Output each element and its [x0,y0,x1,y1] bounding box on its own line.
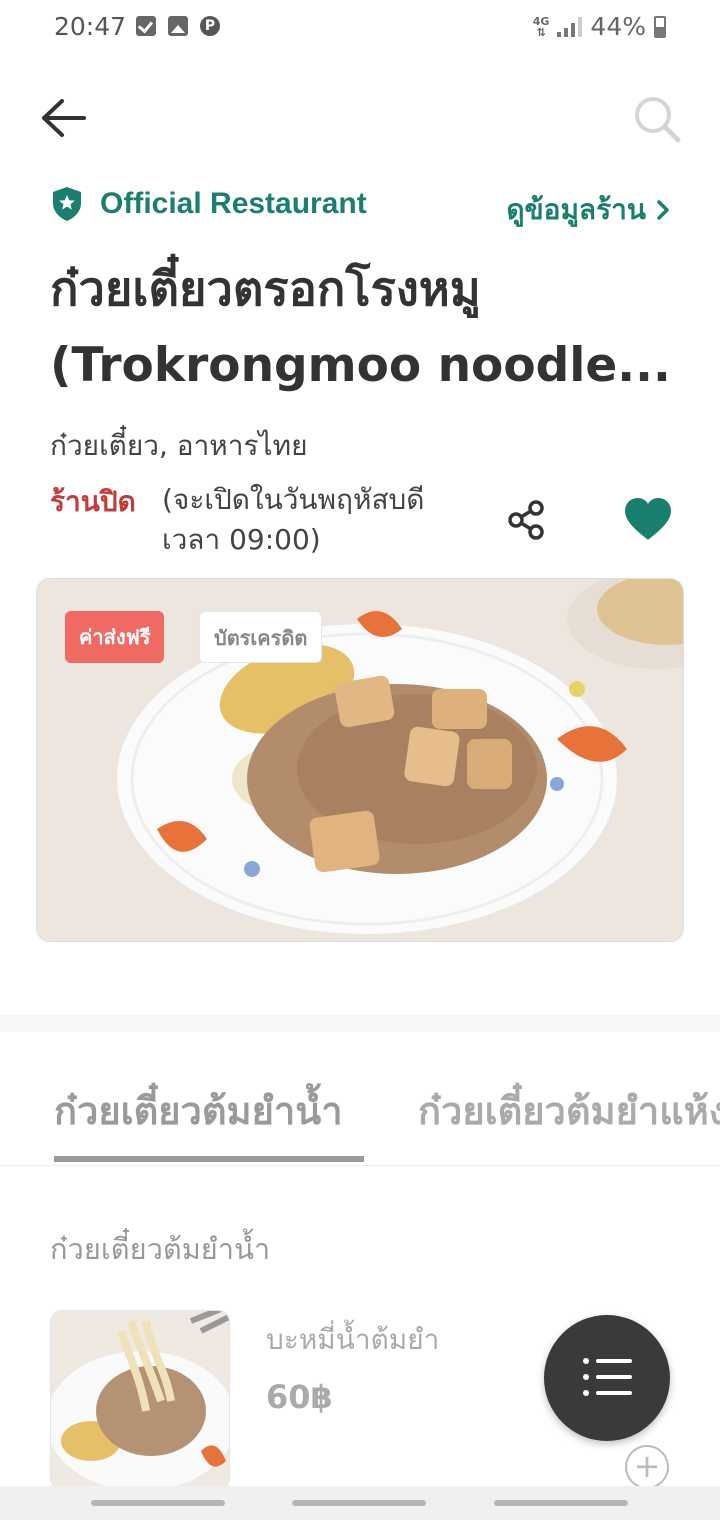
system-nav-bar [0,1486,720,1520]
nav-recent-button[interactable] [91,1500,225,1506]
nav-back-button[interactable] [494,1500,628,1506]
menu-item-image[interactable] [50,1310,230,1490]
back-button[interactable] [40,96,88,140]
image-icon [168,16,188,36]
status-right: 4G ⇅ 44% [533,12,666,41]
title-line-1: ก๋วยเตี๋ยวตรอกโรงหมู [50,262,481,317]
credit-card-badge: บัตรเครดิต [199,611,323,663]
active-tab-indicator [54,1156,364,1162]
signal-icon [557,16,583,37]
chevron-right-icon [657,200,669,220]
network-icon: 4G ⇅ [532,14,550,39]
section-divider [0,1014,720,1032]
reopen-time: (จะเปิดในวันพฤหัสบดี เวลา 09:00) [162,483,425,556]
heart-icon [625,498,671,540]
official-restaurant-badge: Official Restaurant [52,186,367,222]
cuisine-tags: ก๋วยเตี๋ยว, อาหารไทย [50,429,308,462]
search-icon [635,97,681,143]
restaurant-hero-image: ค่าส่งฟรี บัตรเครดิต [36,578,684,942]
check-icon [136,16,156,36]
menu-item-name: บะหมี่น้ำต้มยำ [266,1323,440,1356]
free-delivery-badge: ค่าส่งฟรี [65,611,165,663]
store-info-label: ดูข้อมูลร้าน [506,193,646,226]
menu-item-price: 60฿ [266,1378,333,1416]
status-bar: 20:47 P 4G ⇅ 44% [0,0,720,56]
notification-icons: P [136,16,220,36]
status-time: 20:47 [54,12,127,41]
nav-home-button[interactable] [292,1500,426,1506]
restaurant-title: ก๋วยเตี๋ยวตรอกโรงหมู (Trokrongmoo noodle… [50,252,680,404]
share-icon [508,500,544,540]
status-badge: ร้านปิด [50,485,136,518]
battery-icon [654,15,666,38]
menu-section-title: ก๋วยเตี๋ยวต้มยำน้ำ [50,1232,271,1266]
add-item-button[interactable]: + [625,1445,669,1489]
title-line-2: (Trokrongmoo noodle... [50,338,671,393]
shield-star-icon [53,187,81,221]
arrow-left-icon [42,99,86,137]
menu-list-button[interactable] [544,1315,670,1441]
battery-percent: 44% [590,12,646,41]
menu-category-tabs: ก๋วยเตี๋ยวต้มยำน้ำ ก๋วยเตี๋ยวต้มยำแห้ง [0,1080,720,1166]
store-info-link[interactable]: ดูข้อมูลร้าน [506,188,670,232]
parking-icon: P [200,16,220,36]
plus-icon: + [633,1447,661,1485]
share-button[interactable] [504,498,548,542]
favorite-button[interactable] [622,496,674,544]
noodle-photo [51,1311,229,1489]
tab-tomyum-dry[interactable]: ก๋วยเตี๋ยวต้มยำแห้ง [418,1080,720,1141]
list-icon [583,1358,632,1396]
search-button[interactable] [632,94,682,144]
official-label: Official Restaurant [100,187,367,220]
tab-tomyum-soup[interactable]: ก๋วยเตี๋ยวต้มยำน้ำ [54,1080,343,1141]
